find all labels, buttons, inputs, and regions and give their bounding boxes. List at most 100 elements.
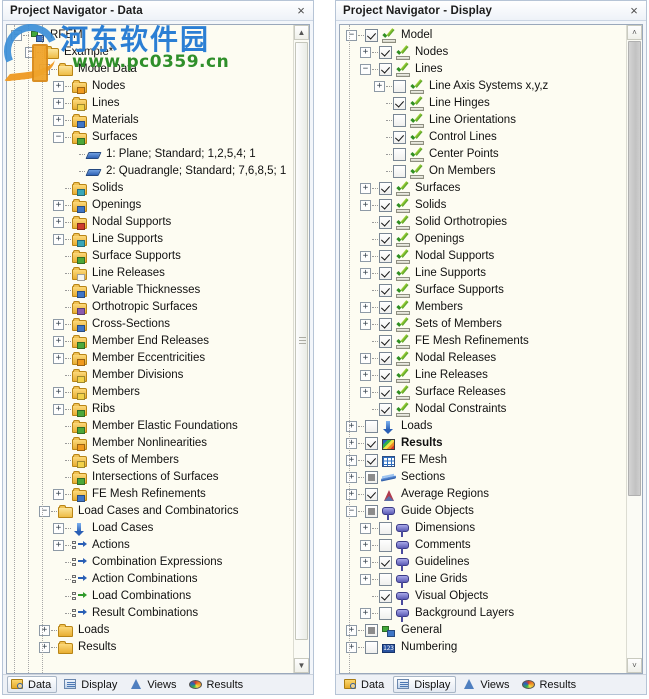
tree-item-line-releases[interactable]: + Line Releases bbox=[340, 367, 626, 384]
checkbox-nodes[interactable] bbox=[379, 46, 392, 59]
tab-data[interactable]: Data bbox=[340, 676, 390, 693]
tab-views[interactable]: Views bbox=[459, 676, 515, 693]
expand-icon[interactable]: + bbox=[53, 523, 64, 534]
tree-item-variable-thicknesses[interactable]: Variable Thicknesses bbox=[7, 282, 293, 299]
collapse-icon[interactable]: − bbox=[346, 30, 357, 41]
checkbox-general[interactable] bbox=[365, 624, 378, 637]
tree-item-rfem[interactable]: − RFEM bbox=[7, 27, 293, 44]
tree-item-load-cases[interactable]: + Load Cases bbox=[7, 520, 293, 537]
tree-item-lines[interactable]: − Lines bbox=[340, 61, 626, 78]
scrollbar-thumb[interactable] bbox=[295, 42, 308, 640]
tree-item-line-grids[interactable]: + Line Grids bbox=[340, 571, 626, 588]
tree-item-solid-orthotropies[interactable]: Solid Orthotropies bbox=[340, 214, 626, 231]
tree-item-line-axis-systems-x-y-z[interactable]: + Line Axis Systems x,y,z bbox=[340, 78, 626, 95]
expand-icon[interactable]: + bbox=[39, 625, 50, 636]
checkbox-nodal-constraints[interactable] bbox=[379, 403, 392, 416]
expand-icon[interactable]: + bbox=[374, 81, 385, 92]
tab-display[interactable]: Display bbox=[60, 676, 123, 693]
tree-item-results[interactable]: + Results bbox=[7, 639, 293, 656]
collapse-icon[interactable]: − bbox=[53, 132, 64, 143]
data-tree[interactable]: − RFEM − Example* − Model Data + Nodes + Lines + Ma… bbox=[7, 25, 293, 673]
right-tab-strip[interactable]: Data Display Views Results bbox=[336, 674, 646, 694]
tree-item-surface-supports[interactable]: Surface Supports bbox=[340, 282, 626, 299]
close-icon[interactable]: × bbox=[293, 3, 309, 19]
tree-item-visual-objects[interactable]: Visual Objects bbox=[340, 588, 626, 605]
collapse-icon[interactable]: − bbox=[346, 506, 357, 517]
expand-icon[interactable]: + bbox=[53, 387, 64, 398]
checkbox-nodal-releases[interactable] bbox=[379, 352, 392, 365]
checkbox-comments[interactable] bbox=[379, 539, 392, 552]
tree-item-line-hinges[interactable]: Line Hinges bbox=[340, 95, 626, 112]
checkbox-surface-releases[interactable] bbox=[379, 386, 392, 399]
tab-display[interactable]: Display bbox=[393, 676, 457, 693]
expand-icon[interactable]: + bbox=[360, 608, 371, 619]
expand-icon[interactable]: + bbox=[360, 251, 371, 262]
tree-item-combination-expressions[interactable]: Combination Expressions bbox=[7, 554, 293, 571]
expand-icon[interactable]: + bbox=[53, 234, 64, 245]
checkbox-surfaces[interactable] bbox=[379, 182, 392, 195]
tree-item-line-supports[interactable]: + Line Supports bbox=[340, 265, 626, 282]
expand-icon[interactable]: + bbox=[360, 540, 371, 551]
checkbox-control-lines[interactable] bbox=[393, 131, 406, 144]
checkbox-dimensions[interactable] bbox=[379, 522, 392, 535]
tree-item-load-combinations[interactable]: Load Combinations bbox=[7, 588, 293, 605]
tab-results[interactable]: Results bbox=[518, 676, 582, 693]
checkbox-line-supports[interactable] bbox=[379, 267, 392, 280]
checkbox-members[interactable] bbox=[379, 301, 392, 314]
expand-icon[interactable]: + bbox=[360, 302, 371, 313]
tab-results[interactable]: Results bbox=[185, 676, 249, 693]
tree-item-2-quadrangle-standard-7-6-8-5-1[interactable]: 2: Quadrangle; Standard; 7,6,8,5; 1 bbox=[7, 163, 293, 180]
checkbox-background-layers[interactable] bbox=[379, 607, 392, 620]
tree-item-lines[interactable]: + Lines bbox=[7, 95, 293, 112]
tree-item-example[interactable]: − Example* bbox=[7, 44, 293, 61]
checkbox-surface-supports[interactable] bbox=[379, 284, 392, 297]
scroll-down-arrow-icon[interactable]: ˅ bbox=[627, 658, 642, 673]
tree-item-openings[interactable]: + Openings bbox=[7, 197, 293, 214]
checkbox-on-members[interactable] bbox=[393, 165, 406, 178]
tree-item-average-regions[interactable]: + Average Regions bbox=[340, 486, 626, 503]
scroll-down-arrow-icon[interactable]: ▼ bbox=[294, 658, 309, 673]
expand-icon[interactable]: + bbox=[360, 353, 371, 364]
expand-icon[interactable]: + bbox=[360, 574, 371, 585]
checkbox-center-points[interactable] bbox=[393, 148, 406, 161]
tree-item-sets-of-members[interactable]: + Sets of Members bbox=[340, 316, 626, 333]
tree-item-solids[interactable]: Solids bbox=[7, 180, 293, 197]
tree-item-nodal-releases[interactable]: + Nodal Releases bbox=[340, 350, 626, 367]
tree-item-load-cases-and-combinatorics[interactable]: − Load Cases and Combinatorics bbox=[7, 503, 293, 520]
tree-item-line-orientations[interactable]: Line Orientations bbox=[340, 112, 626, 129]
checkbox-sections[interactable] bbox=[365, 471, 378, 484]
tree-item-fe-mesh-refinements[interactable]: FE Mesh Refinements bbox=[340, 333, 626, 350]
checkbox-results[interactable] bbox=[365, 437, 378, 450]
tree-item-comments[interactable]: + Comments bbox=[340, 537, 626, 554]
checkbox-line-releases[interactable] bbox=[379, 369, 392, 382]
expand-icon[interactable]: + bbox=[346, 489, 357, 500]
tree-item-members[interactable]: + Members bbox=[340, 299, 626, 316]
tree-item-nodal-supports[interactable]: + Nodal Supports bbox=[340, 248, 626, 265]
checkbox-guide-objects[interactable] bbox=[365, 505, 378, 518]
expand-icon[interactable]: + bbox=[360, 200, 371, 211]
checkbox-line-axis-systems-x-y-z[interactable] bbox=[393, 80, 406, 93]
tree-item-member-eccentricities[interactable]: + Member Eccentricities bbox=[7, 350, 293, 367]
tree-item-solids[interactable]: + Solids bbox=[340, 197, 626, 214]
tree-item-line-releases[interactable]: Line Releases bbox=[7, 265, 293, 282]
checkbox-numbering[interactable] bbox=[365, 641, 378, 654]
tree-item-background-layers[interactable]: + Background Layers bbox=[340, 605, 626, 622]
expand-icon[interactable]: + bbox=[53, 217, 64, 228]
tree-item-general[interactable]: + General bbox=[340, 622, 626, 639]
tree-item-loads[interactable]: + Loads bbox=[7, 622, 293, 639]
tree-item-nodal-constraints[interactable]: Nodal Constraints bbox=[340, 401, 626, 418]
expand-icon[interactable]: + bbox=[53, 353, 64, 364]
tree-item-nodes[interactable]: + Nodes bbox=[7, 78, 293, 95]
left-tab-strip[interactable]: Data Display Views Results bbox=[3, 674, 313, 694]
tree-item-surfaces[interactable]: + Surfaces bbox=[340, 180, 626, 197]
checkbox-openings[interactable] bbox=[379, 233, 392, 246]
tree-item-nodal-supports[interactable]: + Nodal Supports bbox=[7, 214, 293, 231]
checkbox-solid-orthotropies[interactable] bbox=[379, 216, 392, 229]
checkbox-line-orientations[interactable] bbox=[393, 114, 406, 127]
expand-icon[interactable]: + bbox=[360, 47, 371, 58]
checkbox-fe-mesh-refinements[interactable] bbox=[379, 335, 392, 348]
tree-item-model[interactable]: − Model bbox=[340, 27, 626, 44]
expand-icon[interactable]: + bbox=[360, 387, 371, 398]
tree-item-line-supports[interactable]: + Line Supports bbox=[7, 231, 293, 248]
tree-item-guidelines[interactable]: + Guidelines bbox=[340, 554, 626, 571]
